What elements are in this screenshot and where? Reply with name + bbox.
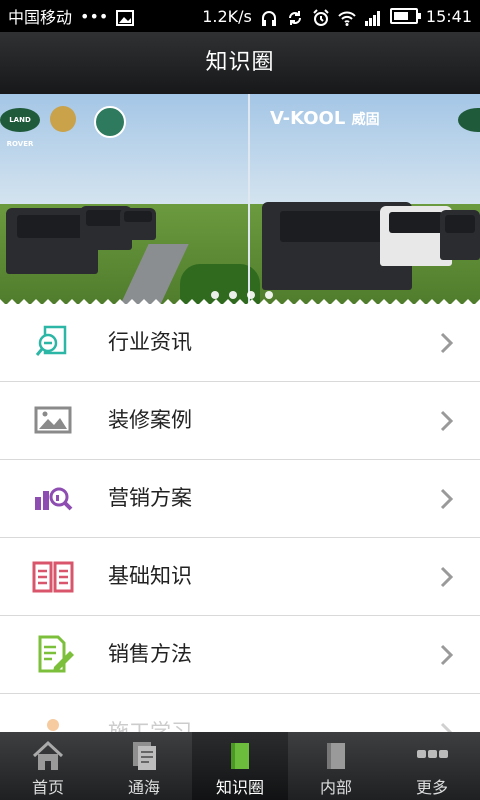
tab-tonghai[interactable]: 通海 — [96, 732, 192, 800]
more-dots-icon — [417, 750, 448, 758]
news-search-icon — [35, 325, 67, 356]
list-item-label: 基础知识 — [108, 564, 192, 588]
tab-label: 通海 — [127, 778, 160, 797]
tab-internal[interactable]: 内部 — [288, 732, 384, 800]
sync-icon — [286, 9, 304, 25]
car-left-3 — [120, 208, 156, 240]
chart-search-icon — [35, 487, 73, 511]
list-item-decoration-cases[interactable]: 装修案例 — [0, 382, 480, 460]
image-notification-icon — [116, 9, 135, 26]
tab-label: 知识圈 — [215, 778, 264, 797]
carrier-dots: ••• — [80, 6, 109, 26]
list-item-industry-news[interactable]: 行业资讯 — [0, 304, 480, 382]
network-speed: 1.2K/s — [202, 6, 252, 26]
chevron-right-icon — [440, 332, 454, 354]
green-book-icon — [231, 743, 249, 769]
headphones-icon — [260, 9, 278, 26]
alarm-icon — [312, 9, 330, 26]
land-rover-logo: LAND ROVER — [0, 108, 40, 148]
chevron-right-icon — [440, 644, 454, 666]
open-book-icon — [32, 561, 74, 593]
category-list: 行业资讯 装修案例 营销方案 基础知识 销售方法 — [0, 304, 480, 772]
list-item-label: 行业资讯 — [108, 330, 192, 354]
sponsor-emblem-1 — [50, 106, 76, 132]
chevron-right-icon — [440, 566, 454, 588]
list-item-basic-knowledge[interactable]: 基础知识 — [0, 538, 480, 616]
image-icon — [34, 406, 72, 434]
documents-icon — [133, 742, 156, 770]
sponsor-emblem-2 — [94, 106, 126, 138]
bottom-tab-bar: 首页 通海 知识圈 内部 更多 — [0, 732, 480, 800]
clock: 15:41 — [425, 6, 472, 26]
banner-carousel[interactable]: LAND ROVER V-KOOL 威固 — [0, 94, 480, 304]
tab-knowledge[interactable]: 知识圈 — [192, 732, 288, 800]
carrier-label: 中国移动 — [8, 8, 73, 27]
status-bar: 中国移动 ••• 1.2K/s 15:41 — [0, 0, 480, 32]
v-kool-cn: 威固 — [351, 112, 380, 128]
chevron-right-icon — [440, 488, 454, 510]
list-item-label: 营销方案 — [108, 486, 192, 510]
tab-label: 首页 — [31, 778, 64, 797]
signal-icon — [364, 9, 382, 26]
tab-home[interactable]: 首页 — [0, 732, 96, 800]
tab-more[interactable]: 更多 — [384, 732, 480, 800]
page-title: 知识圈 — [0, 32, 480, 94]
home-icon — [32, 740, 64, 770]
list-item-label: 销售方法 — [108, 642, 192, 666]
list-item-label: 装修案例 — [108, 408, 192, 432]
tab-label: 更多 — [415, 778, 448, 797]
battery-icon — [389, 8, 421, 24]
v-kool-logo: V-KOOL 威固 — [270, 108, 380, 129]
banner-divider — [248, 94, 250, 304]
list-item-sales-methods[interactable]: 销售方法 — [0, 616, 480, 694]
chevron-right-icon — [440, 410, 454, 432]
edit-document-icon — [38, 635, 74, 673]
list-item-marketing-plans[interactable]: 营销方案 — [0, 460, 480, 538]
wifi-icon — [338, 9, 356, 26]
folder-icon — [327, 743, 345, 769]
v-kool-text: V-KOOL — [270, 108, 346, 129]
car-right-3 — [440, 210, 480, 260]
tab-label: 内部 — [319, 778, 352, 797]
banner-zigzag-edge — [0, 299, 480, 304]
